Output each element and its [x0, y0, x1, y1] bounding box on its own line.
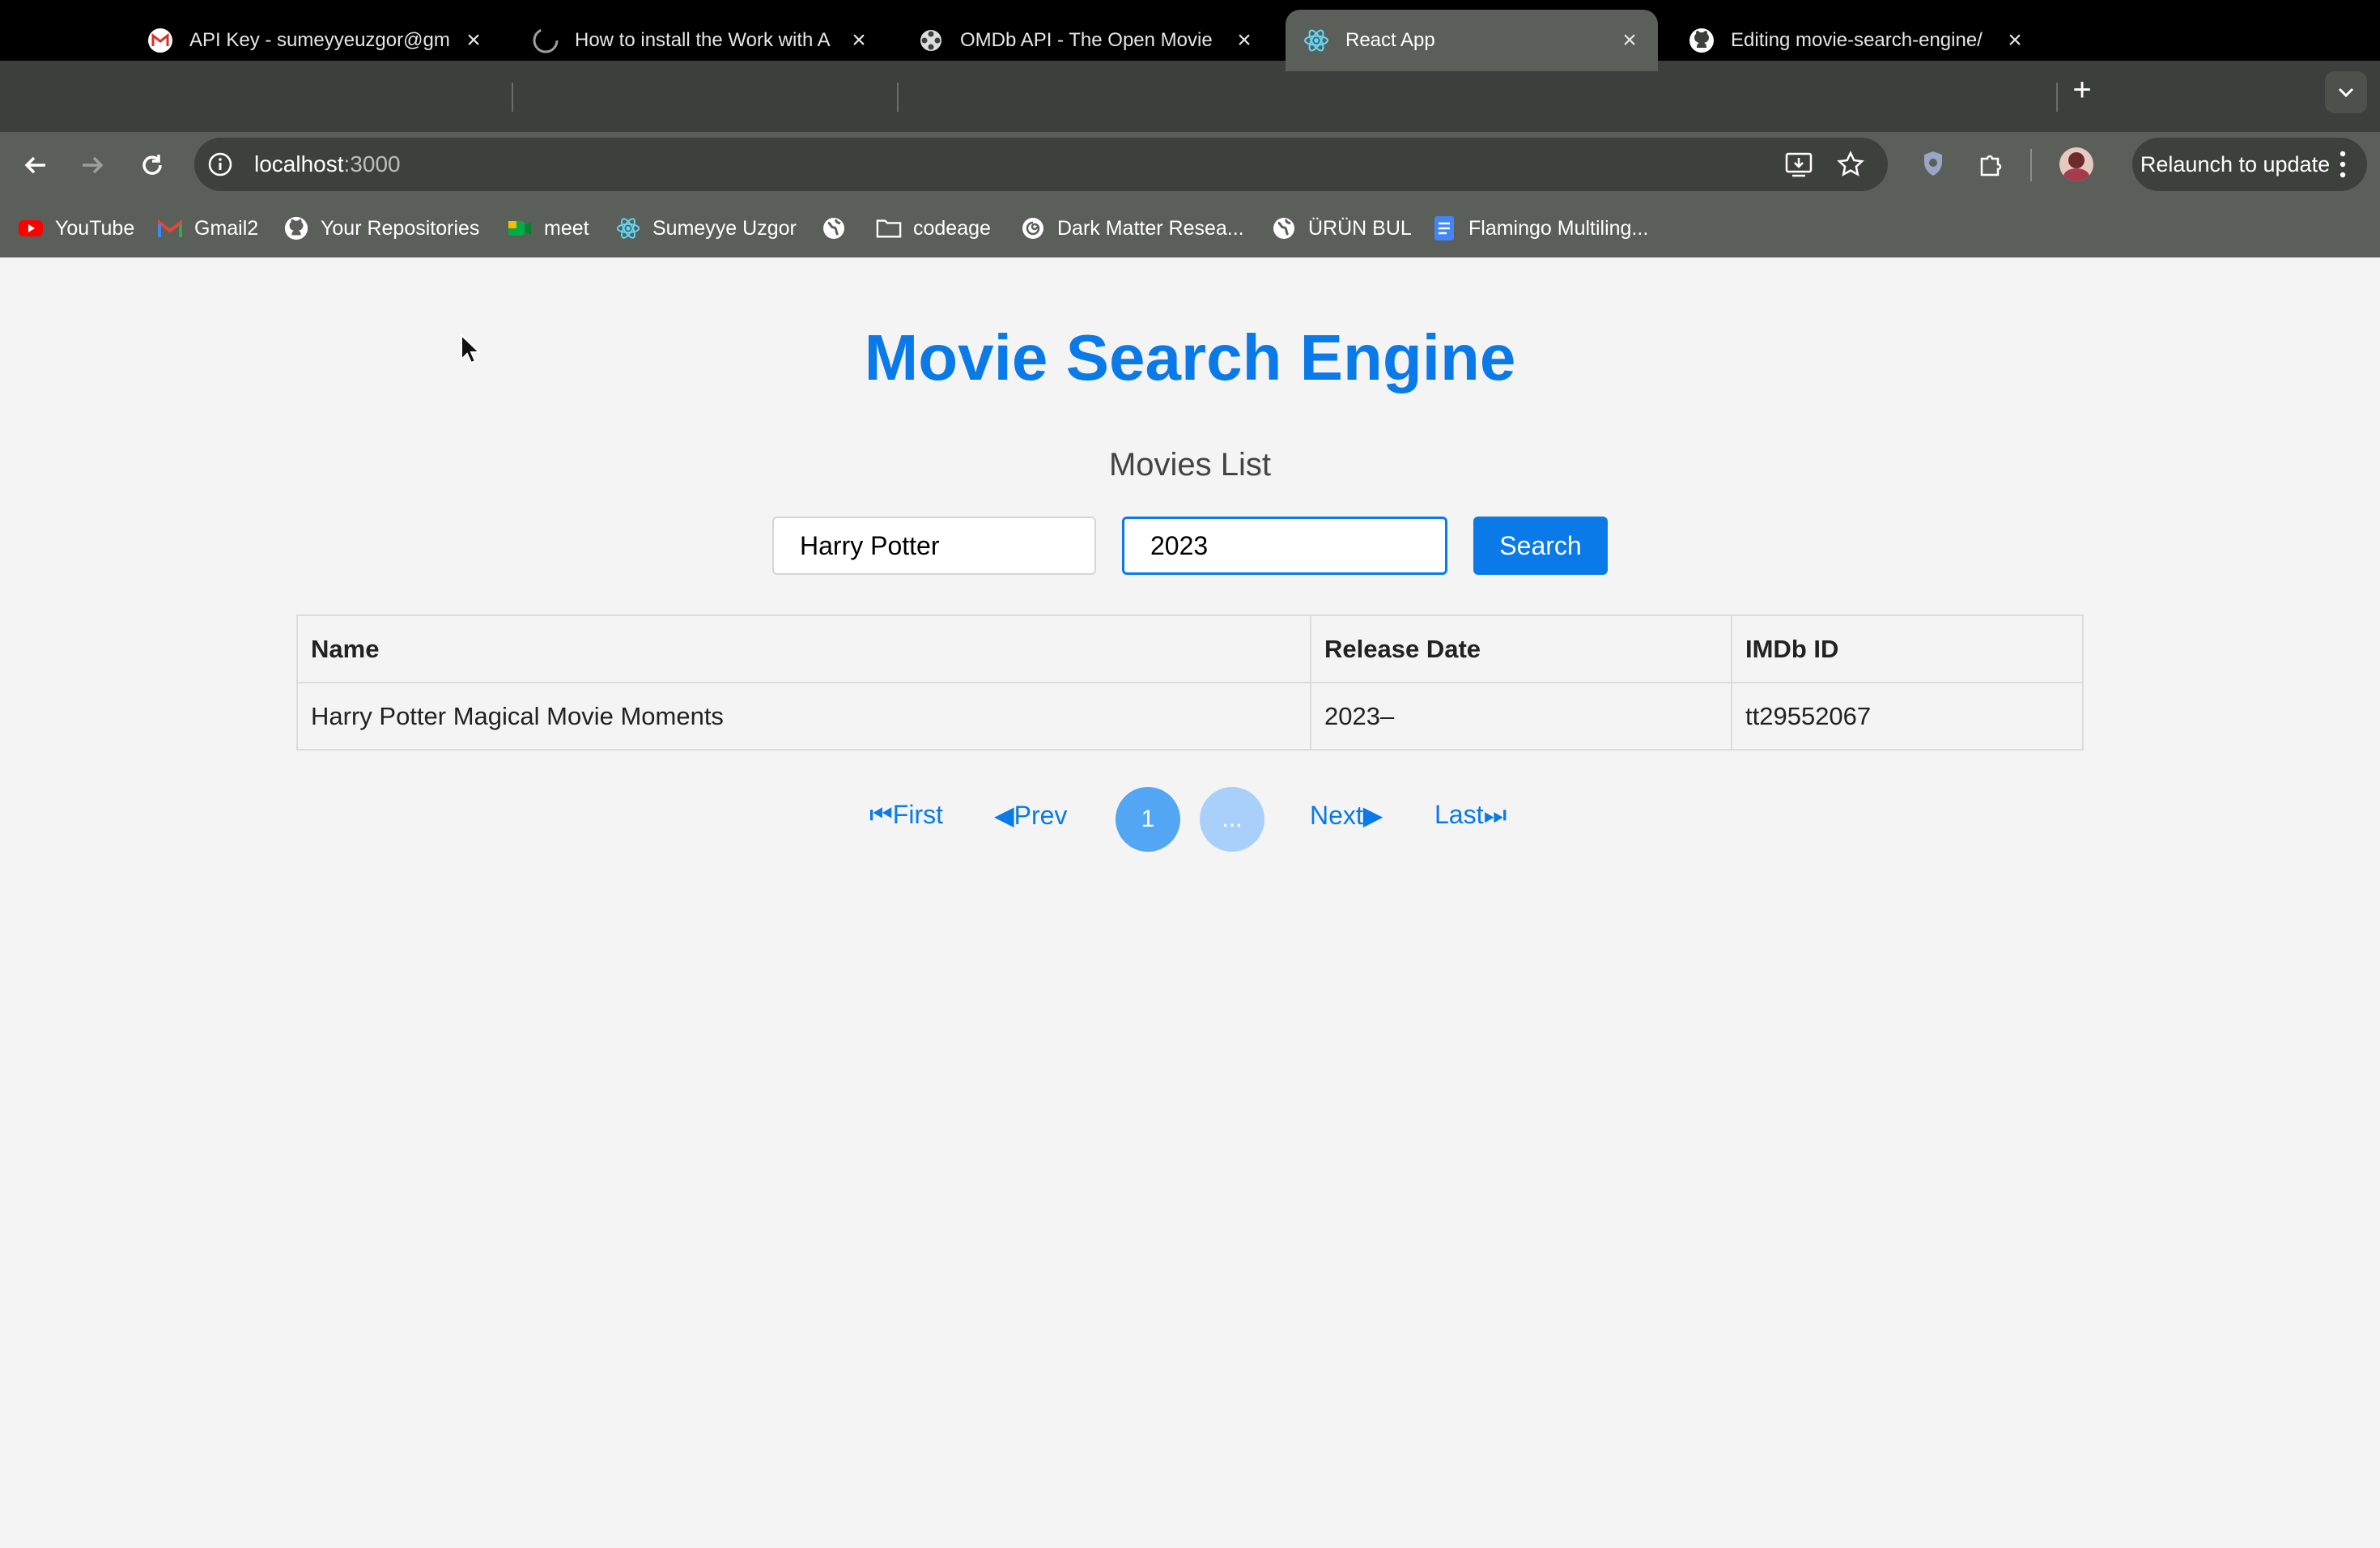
new-tab-plus-icon[interactable]: + — [2066, 74, 2098, 107]
address-url: localhost:3000 — [254, 151, 401, 176]
year-input[interactable] — [1122, 517, 1447, 575]
close-icon[interactable]: × — [1232, 27, 1256, 54]
tab-editing-github[interactable]: Editing movie-search-engine/ × — [1671, 10, 2043, 71]
github-icon — [1687, 26, 1716, 55]
gmail-icon — [157, 215, 183, 241]
bookmark-urun-bul[interactable]: ÜRÜN BUL — [1271, 212, 1412, 245]
reload-icon[interactable] — [136, 149, 168, 181]
globe-icon — [1271, 215, 1297, 241]
tab-title: Editing movie-search-engine/ — [1731, 29, 1983, 51]
folder-icon — [876, 215, 902, 241]
tab-divider — [897, 83, 899, 112]
tab-search-chevron-icon[interactable] — [2325, 71, 2367, 113]
toolbar-divider — [2030, 149, 2032, 181]
back-arrow-icon[interactable] — [19, 149, 52, 181]
install-app-icon[interactable] — [1784, 150, 1813, 185]
column-header-name[interactable]: Name — [296, 615, 1311, 683]
swirl-icon — [1020, 215, 1046, 241]
bookmark-star-icon[interactable] — [1836, 150, 1865, 185]
pagination: ⏮First ◀Prev 1 ... Next▶ Last⏭ — [0, 787, 2380, 852]
close-icon[interactable]: × — [2003, 27, 2027, 54]
bookmark-youtube[interactable]: YouTube — [18, 212, 134, 245]
close-icon[interactable]: × — [461, 27, 486, 54]
last-page-link[interactable]: Last⏭ — [1434, 800, 1507, 831]
column-header-release-date[interactable]: Release Date — [1310, 615, 1732, 683]
loading-spinner-icon — [531, 26, 560, 55]
tab-omdb-api[interactable]: OMDb API - The Open Movie × — [900, 10, 1273, 71]
profile-avatar[interactable] — [2059, 147, 2093, 181]
meet-icon — [507, 215, 533, 241]
react-icon — [615, 215, 641, 241]
react-icon — [1302, 26, 1331, 55]
bookmark-meet[interactable]: meet — [507, 212, 589, 245]
page-1-button[interactable]: 1 — [1116, 787, 1180, 852]
next-page-link[interactable]: Next▶ — [1310, 800, 1383, 831]
movie-title-input[interactable] — [772, 517, 1096, 575]
close-icon[interactable]: × — [847, 27, 871, 54]
bookmark-flamingo[interactable]: Flamingo Multiling... — [1431, 212, 1648, 245]
close-icon[interactable]: × — [1617, 27, 1642, 54]
search-button[interactable]: Search — [1473, 517, 1608, 575]
table-row[interactable]: Harry Potter Magical Movie Moments 2023–… — [296, 682, 2084, 751]
bookmark-gmail2[interactable]: Gmail2 — [157, 212, 258, 245]
tab-install-guide[interactable]: How to install the Work with A × — [515, 10, 887, 71]
address-bar[interactable]: localhost:3000 — [194, 138, 1888, 191]
tab-title: API Key - sumeyyeuzgor@gm — [189, 29, 450, 51]
extensions-puzzle-icon[interactable] — [1975, 147, 2008, 180]
shield-extension-icon[interactable] — [1917, 147, 1949, 180]
youtube-icon — [18, 215, 44, 241]
bookmark-folder-codeage[interactable]: codeage — [876, 212, 991, 245]
forward-arrow-icon[interactable] — [76, 149, 108, 181]
bookmark-sumeyye-uzgor[interactable]: Sumeyye Uzgor — [615, 212, 797, 245]
github-icon — [283, 215, 309, 241]
relaunch-to-update-button[interactable]: Relaunch to update — [2132, 138, 2367, 191]
more-vertical-icon — [2338, 149, 2348, 185]
imdb-id-cell: tt29552067 — [1731, 682, 2084, 751]
movies-table: Name Release Date IMDb ID Harry Potter M… — [296, 615, 2084, 751]
globe-icon — [821, 215, 847, 241]
site-info-icon[interactable] — [207, 151, 233, 183]
tab-title: OMDb API - The Open Movie — [960, 29, 1213, 51]
bookmark-globe[interactable] — [821, 212, 858, 245]
movie-name-cell: Harry Potter Magical Movie Moments — [296, 682, 1311, 751]
movies-list-heading: Movies List — [1108, 447, 1272, 483]
tab-api-key[interactable]: API Key - sumeyyeuzgor@gm × — [130, 10, 502, 71]
tab-title: React App — [1345, 29, 1435, 51]
tab-divider — [2056, 83, 2058, 112]
bookmark-dark-matter[interactable]: Dark Matter Resea... — [1020, 212, 1244, 245]
release-date-cell: 2023– — [1310, 682, 1732, 751]
tab-divider — [512, 83, 513, 112]
tab-react-app[interactable]: React App × — [1286, 10, 1658, 71]
page-title: Movie Search Engine — [864, 321, 1516, 393]
film-reel-icon — [916, 26, 946, 55]
tab-title: How to install the Work with A — [575, 29, 831, 51]
mouse-pointer-icon — [460, 333, 482, 368]
bookmark-your-repositories[interactable]: Your Repositories — [283, 212, 479, 245]
prev-page-link[interactable]: ◀Prev — [994, 800, 1067, 831]
column-header-imdb-id[interactable]: IMDb ID — [1731, 615, 2084, 683]
tab-strip — [0, 61, 2380, 132]
gmail-icon — [146, 26, 175, 55]
first-page-link[interactable]: ⏮First — [869, 800, 943, 831]
table-header-row: Name Release Date IMDb ID — [296, 615, 2084, 683]
page-ellipsis: ... — [1200, 787, 1264, 852]
docs-icon — [1431, 215, 1457, 241]
